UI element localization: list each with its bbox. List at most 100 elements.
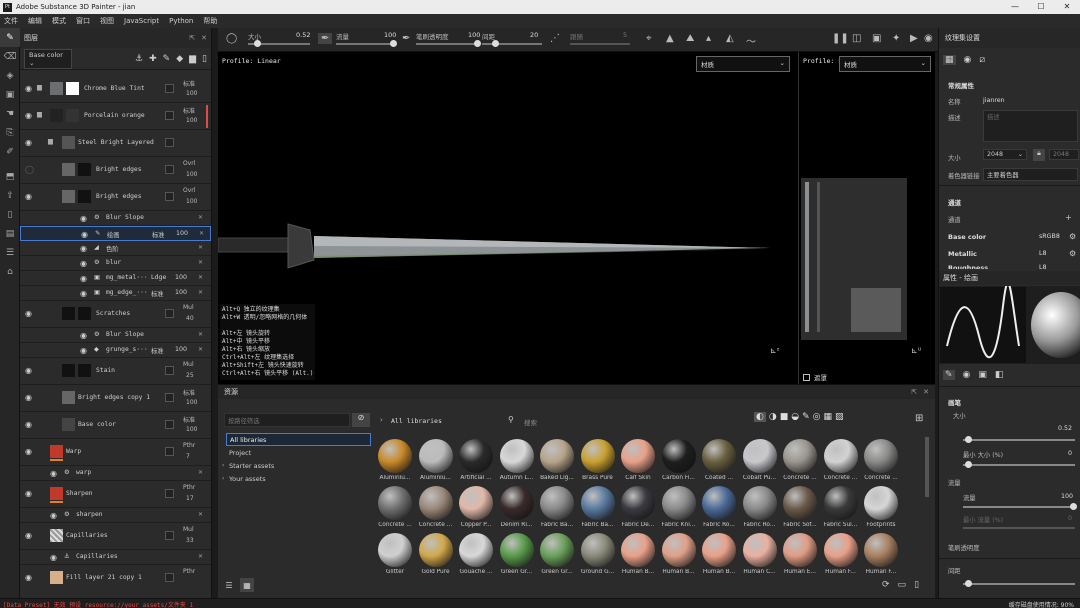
environment-filter-icon[interactable]: ▨ xyxy=(835,412,844,422)
layer-blend[interactable]: 标准 xyxy=(183,415,195,424)
asset-tile[interactable]: Fabric Sof... xyxy=(781,486,819,528)
asset-tile[interactable]: Artificial ... xyxy=(457,439,495,481)
paint-layer-icon[interactable]: ✎ xyxy=(163,54,171,64)
layer-opacity[interactable]: 100 xyxy=(186,426,197,433)
visibility-eye-icon[interactable]: ◉ xyxy=(25,309,32,318)
panel-close-icon[interactable]: ✕ xyxy=(923,388,929,396)
layer-opacity[interactable]: 40 xyxy=(186,315,194,322)
export-icon[interactable]: ⇪ xyxy=(0,186,20,205)
effect-opacity[interactable]: 100 xyxy=(175,289,187,296)
panel-detach-icon[interactable]: ⇱ xyxy=(189,34,195,42)
remove-effect-icon[interactable]: ✕ xyxy=(198,274,203,281)
stencil-tab-icon[interactable]: ◧ xyxy=(995,370,1004,380)
layer-opacity[interactable]: 100 xyxy=(186,171,197,178)
panel-close-icon[interactable]: ✕ xyxy=(201,34,207,42)
min-size-value[interactable]: 0 xyxy=(1068,450,1072,457)
add-channel-icon[interactable]: + xyxy=(1065,213,1072,222)
asset-tile[interactable]: Human E... xyxy=(781,533,819,575)
visibility-eye-icon[interactable]: ◉ xyxy=(25,420,32,429)
visibility-eye-icon[interactable]: ◉ xyxy=(25,192,32,201)
asset-tile[interactable]: Gouache ... xyxy=(457,533,495,575)
asset-tile[interactable]: Green Gr... xyxy=(538,533,576,575)
layer-row[interactable]: ◉ Warp Pthr 7 xyxy=(20,439,211,466)
asset-tile[interactable]: Human C... xyxy=(741,533,779,575)
flow-value[interactable]: 100 xyxy=(1061,493,1073,500)
layer-checkbox[interactable] xyxy=(165,489,174,498)
asset-tile[interactable]: Cobalt Pu... xyxy=(741,439,779,481)
layer-checkbox[interactable] xyxy=(165,573,174,582)
name-value[interactable]: jianren xyxy=(983,97,1005,104)
visibility-eye-icon[interactable]: ◉ xyxy=(25,531,32,540)
mask-checkbox[interactable] xyxy=(803,373,810,381)
asset-tile[interactable]: Brass Pure xyxy=(579,439,617,481)
layer-opacity[interactable]: 100 xyxy=(186,117,197,124)
eraser-icon[interactable]: ⌫ xyxy=(0,47,20,66)
layer-name[interactable]: Fill layer 21 copy 1 xyxy=(66,574,142,581)
menu-mode[interactable]: 模式 xyxy=(52,16,66,26)
effect-name[interactable]: blur xyxy=(106,259,121,266)
size-select[interactable]: 2048 ⌄ xyxy=(983,149,1027,160)
visibility-eye-icon[interactable]: ◉ xyxy=(81,230,88,239)
material-tab-icon[interactable]: ◉ xyxy=(963,370,971,380)
layer-blend[interactable]: Mul xyxy=(183,361,194,368)
asset-tile[interactable]: Calf Skin xyxy=(619,439,657,481)
visibility-eye-icon[interactable]: ◉ xyxy=(50,553,57,562)
visibility-eye-icon[interactable]: ◉ xyxy=(25,366,32,375)
layer-opacity[interactable]: 100 xyxy=(186,198,197,205)
layer-checkbox[interactable] xyxy=(165,192,174,201)
visibility-eye-icon[interactable]: ◉ xyxy=(50,511,57,520)
layer-row[interactable]: ◉ Fill layer 21 copy 1 Pthr xyxy=(20,565,211,592)
layer-row[interactable]: ◉ ▆ Steel Bright Layered xyxy=(20,130,211,157)
menu-edit[interactable]: 编辑 xyxy=(28,16,42,26)
mesh-icon[interactable]: ⌂ xyxy=(0,262,20,281)
projection-icon[interactable]: ◈ xyxy=(0,66,20,85)
effect-name[interactable]: grunge_s··· xyxy=(106,346,148,353)
remove-effect-icon[interactable]: ✕ xyxy=(198,331,203,338)
grid-view-icon[interactable]: ▦ xyxy=(240,578,254,592)
menu-view[interactable]: 视图 xyxy=(100,16,114,26)
visibility-eye-icon[interactable]: ◉ xyxy=(80,214,87,223)
material-filter-icon[interactable]: ◐ xyxy=(754,412,766,422)
visibility-eye-icon[interactable]: ◉ xyxy=(80,331,87,340)
asset-tile[interactable]: Concrete ... xyxy=(781,439,819,481)
layer-blend[interactable]: 标准 xyxy=(183,106,195,115)
layer-name[interactable]: Bright edges xyxy=(96,193,142,200)
layer-opacity[interactable]: 17 xyxy=(186,495,194,502)
effect-row[interactable]: ◉ ⚙ Blur Slope ✕ xyxy=(20,211,211,226)
asset-tile[interactable]: Human B... xyxy=(660,533,698,575)
layer-row[interactable]: ◉ Base color 标准 100 xyxy=(20,412,211,439)
effect-row[interactable]: ◉ ▣ mg_metal··· Ldge 100 ✕ xyxy=(20,271,211,286)
layer-checkbox[interactable] xyxy=(165,111,174,120)
bake-icon[interactable]: ⬒ xyxy=(0,167,20,186)
asset-tile[interactable]: Glitter xyxy=(376,533,414,575)
visibility-eye-icon[interactable]: ◉ xyxy=(80,346,87,355)
remove-effect-icon[interactable]: ✕ xyxy=(198,289,203,296)
effect-blend[interactable]: 标准 xyxy=(152,230,165,239)
grid-size-icon[interactable]: ⊞ xyxy=(915,413,923,424)
effect-row[interactable]: ◉ ⚓ Capillaries ✕ xyxy=(20,550,211,565)
layer-checkbox[interactable] xyxy=(165,84,174,93)
material-mode-select-2d[interactable]: 材质 ⌄ xyxy=(839,56,931,72)
opacity-brush-icon[interactable]: ✒ xyxy=(402,33,410,44)
asset-tile[interactable]: Human B... xyxy=(619,533,657,575)
mountain-icon[interactable]: ▲ xyxy=(666,33,674,44)
tree-expand-icon[interactable]: › xyxy=(222,462,224,469)
min-flow-value[interactable]: 0 xyxy=(1068,515,1072,522)
remove-effect-icon[interactable]: ✕ xyxy=(198,553,203,560)
channel-format[interactable]: L8 xyxy=(1039,250,1047,257)
visibility-eye-icon[interactable]: ◉ xyxy=(80,274,87,283)
size-height-field[interactable]: 2048 xyxy=(1049,149,1079,160)
asset-tile[interactable]: Baked Lig... xyxy=(538,439,576,481)
shader-select[interactable]: 主要着色器 xyxy=(983,168,1078,181)
maximize-icon[interactable]: ☐ xyxy=(1028,0,1054,14)
lock-icon[interactable]: 🔒︎ xyxy=(1033,149,1045,161)
tab-uv-icon[interactable]: ⧄ xyxy=(979,55,985,65)
mask-toggle[interactable]: 遮罩 xyxy=(803,372,827,382)
effect-blend[interactable]: 标准 xyxy=(151,346,164,355)
layer-row[interactable]: ◉ Scratches Mul 40 xyxy=(20,301,211,328)
asset-search-input[interactable]: 搜索 xyxy=(524,417,537,427)
flow-slider-knob[interactable] xyxy=(390,40,397,47)
layer-blend[interactable]: Pthr xyxy=(183,568,195,575)
description-field[interactable]: 描述 xyxy=(983,110,1078,142)
smudge-icon[interactable]: ☚ xyxy=(0,104,20,123)
